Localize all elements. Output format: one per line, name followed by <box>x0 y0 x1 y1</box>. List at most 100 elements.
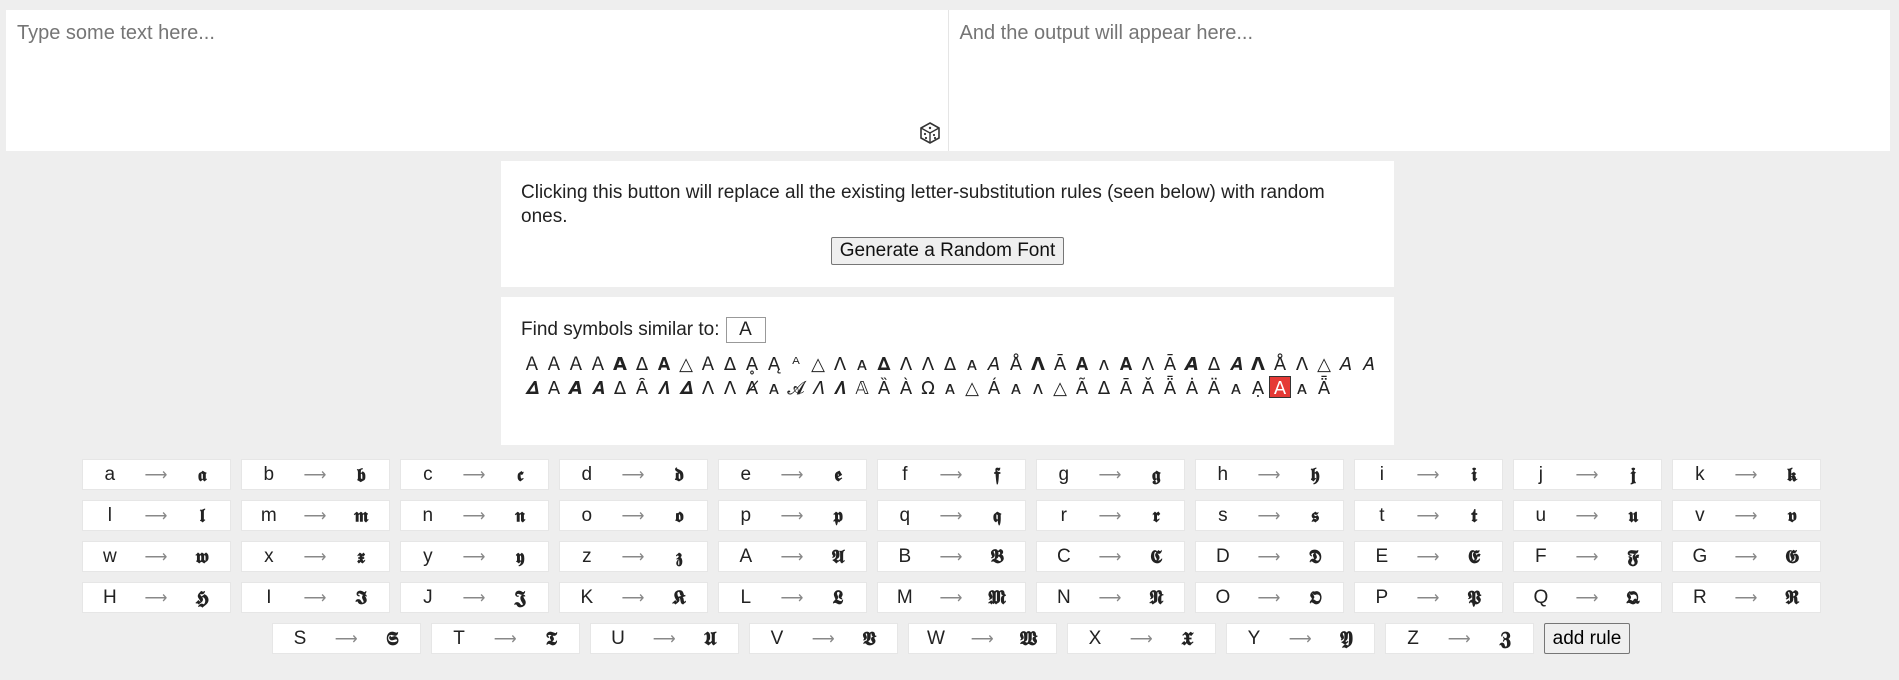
symbol-option[interactable]: 𝜦 <box>653 377 675 399</box>
rule-item-O[interactable]: O ⟶ 𝕺 <box>1194 582 1344 613</box>
add-rule-button[interactable]: add rule <box>1543 623 1631 654</box>
symbol-option[interactable]: Δ <box>719 353 741 375</box>
symbol-option[interactable]: ᴀ <box>851 353 873 375</box>
symbol-option[interactable]: ᴀ <box>961 353 983 375</box>
rule-item-a[interactable]: a ⟶ 𝖆 <box>81 459 231 490</box>
symbol-option[interactable]: Ă <box>1137 377 1159 399</box>
symbol-option[interactable]: 𝘈 <box>983 353 1005 375</box>
rule-item-P[interactable]: P ⟶ 𝕻 <box>1353 582 1503 613</box>
symbol-option[interactable]: Λ <box>1137 353 1159 375</box>
rule-item-v[interactable]: v ⟶ 𝖛 <box>1671 500 1821 531</box>
rule-item-G[interactable]: G ⟶ 𝕲 <box>1671 541 1821 572</box>
rule-item-V[interactable]: V ⟶ 𝖁 <box>748 623 898 654</box>
symbol-option[interactable]: 𝐴 <box>1357 353 1379 375</box>
rule-item-z[interactable]: z ⟶ 𝖟 <box>558 541 708 572</box>
symbol-option[interactable]: Ạ <box>1247 377 1269 399</box>
symbol-option[interactable]: Δ <box>1093 377 1115 399</box>
rule-item-L[interactable]: L ⟶ 𝕷 <box>717 582 867 613</box>
symbol-option[interactable]: 𝘈 <box>1335 353 1357 375</box>
symbol-option[interactable]: Ａ <box>521 353 543 375</box>
symbol-option[interactable]: 𝜦 <box>829 377 851 399</box>
symbol-option[interactable]: 𝐀 <box>1071 353 1093 375</box>
symbol-option[interactable]: Λ <box>829 353 851 375</box>
symbol-option[interactable]: À <box>895 377 917 399</box>
rule-item-I[interactable]: I ⟶ 𝕴 <box>240 582 390 613</box>
rule-item-W[interactable]: W ⟶ 𝖂 <box>907 623 1057 654</box>
symbol-option[interactable]: Á <box>983 377 1005 399</box>
rule-item-Z[interactable]: Z ⟶ 𝖅 <box>1384 623 1534 654</box>
rule-item-t[interactable]: t ⟶ 𝖙 <box>1353 500 1503 531</box>
symbol-option[interactable]: △ <box>1049 377 1071 399</box>
symbol-option[interactable]: △ <box>807 353 829 375</box>
symbol-option[interactable]: 𝝠 <box>1027 353 1049 375</box>
symbol-option[interactable]: Ā <box>1159 353 1181 375</box>
symbol-option[interactable]: 𝖠 <box>543 377 565 399</box>
rule-item-X[interactable]: X ⟶ 𝖃 <box>1066 623 1216 654</box>
symbol-option[interactable]: 𝜟 <box>521 377 543 399</box>
symbol-option[interactable]: Ä <box>1203 377 1225 399</box>
rule-item-H[interactable]: H ⟶ 𝕳 <box>81 582 231 613</box>
symbol-option[interactable]: Ȧ <box>1181 377 1203 399</box>
symbol-option[interactable]: Ａ <box>587 353 609 375</box>
symbol-option[interactable]: A <box>1269 376 1291 399</box>
symbol-option[interactable]: ᴀ <box>939 377 961 399</box>
rule-item-j[interactable]: j ⟶ 𝖏 <box>1512 459 1662 490</box>
rule-item-F[interactable]: F ⟶ 𝕱 <box>1512 541 1662 572</box>
rule-item-m[interactable]: m ⟶ 𝖒 <box>240 500 390 531</box>
symbol-option[interactable]: Ā <box>1049 353 1071 375</box>
symbol-option[interactable]: Ȃ <box>631 377 653 399</box>
symbol-option[interactable]: Λ <box>1291 353 1313 375</box>
rule-item-Y[interactable]: Y ⟶ 𝖄 <box>1225 623 1375 654</box>
dice-icon[interactable] <box>918 121 942 145</box>
symbol-option[interactable]: Ȁ <box>873 377 895 399</box>
rule-item-r[interactable]: r ⟶ 𝖗 <box>1035 500 1185 531</box>
symbol-option[interactable]: Å <box>1005 353 1027 375</box>
symbol-option[interactable]: Λ <box>917 353 939 375</box>
symbol-option[interactable]: 𝓐 <box>785 377 807 399</box>
rule-item-i[interactable]: i ⟶ 𝖎 <box>1353 459 1503 490</box>
symbol-option[interactable]: ᴀ <box>1291 377 1313 399</box>
symbol-option[interactable]: ᴀ <box>1225 377 1247 399</box>
symbol-option[interactable]: Ａ <box>565 353 587 375</box>
symbol-option[interactable]: Δ <box>609 377 631 399</box>
symbol-option[interactable]: ʌ <box>1027 377 1049 399</box>
rule-item-S[interactable]: S ⟶ 𝕾 <box>271 623 421 654</box>
rule-item-c[interactable]: c ⟶ 𝖈 <box>399 459 549 490</box>
symbol-option[interactable]: Λ <box>697 377 719 399</box>
rule-item-k[interactable]: k ⟶ 𝖐 <box>1671 459 1821 490</box>
rule-item-q[interactable]: q ⟶ 𝖖 <box>876 500 1026 531</box>
symbol-option[interactable]: Λ <box>895 353 917 375</box>
rule-item-p[interactable]: p ⟶ 𝖕 <box>717 500 867 531</box>
rule-item-w[interactable]: w ⟶ 𝖜 <box>81 541 231 572</box>
symbol-option[interactable]: Λ <box>719 377 741 399</box>
rule-item-B[interactable]: B ⟶ 𝕭 <box>876 541 1026 572</box>
symbol-option[interactable]: Ḁ <box>741 353 763 375</box>
rule-item-f[interactable]: f ⟶ 𝖋 <box>876 459 1026 490</box>
rule-item-A[interactable]: A ⟶ 𝕬 <box>717 541 867 572</box>
rule-item-x[interactable]: x ⟶ 𝖝 <box>240 541 390 572</box>
rule-item-n[interactable]: n ⟶ 𝖓 <box>399 500 549 531</box>
symbol-option[interactable]: Ã <box>1071 377 1093 399</box>
rule-item-h[interactable]: h ⟶ 𝖍 <box>1194 459 1344 490</box>
symbol-option[interactable]: ᴬ <box>785 353 807 375</box>
symbol-option[interactable]: Δ <box>1203 353 1225 375</box>
symbol-option[interactable]: 𝐀 <box>1115 353 1137 375</box>
rule-item-T[interactable]: T ⟶ 𝕿 <box>430 623 580 654</box>
rule-item-g[interactable]: g ⟶ 𝖌 <box>1035 459 1185 490</box>
rule-item-o[interactable]: o ⟶ 𝖔 <box>558 500 708 531</box>
symbol-option[interactable]: ᴀ <box>1005 377 1027 399</box>
symbol-option[interactable]: △ <box>675 353 697 375</box>
symbol-option[interactable]: Ａ <box>543 353 565 375</box>
rule-item-E[interactable]: E ⟶ 𝕰 <box>1353 541 1503 572</box>
rule-item-D[interactable]: D ⟶ 𝕯 <box>1194 541 1344 572</box>
output-area[interactable]: And the output will appear here... <box>949 10 1891 151</box>
symbol-option[interactable]: △ <box>961 377 983 399</box>
symbol-option[interactable]: 𝗔 <box>609 353 631 375</box>
symbol-option[interactable]: Δ <box>939 353 961 375</box>
rule-item-e[interactable]: e ⟶ 𝖊 <box>717 459 867 490</box>
rule-item-d[interactable]: d ⟶ 𝖉 <box>558 459 708 490</box>
rule-item-M[interactable]: M ⟶ 𝕸 <box>876 582 1026 613</box>
symbol-option[interactable]: 𝝠 <box>1247 353 1269 375</box>
symbol-option[interactable]: Ǟ <box>1159 377 1181 399</box>
find-symbol-input[interactable] <box>725 317 766 343</box>
